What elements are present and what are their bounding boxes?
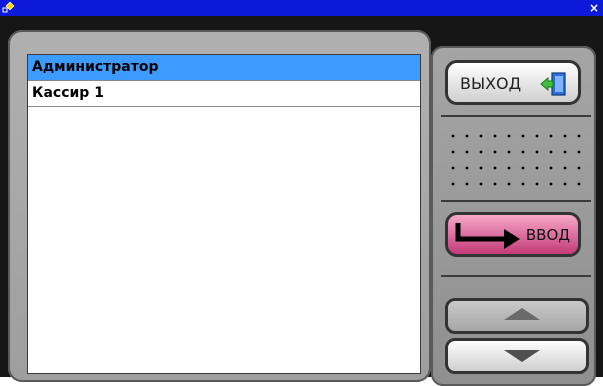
window-title	[0, 0, 603, 16]
list-item[interactable]: Кассир 1	[28, 81, 420, 107]
exit-button[interactable]: ВЫХОД	[445, 60, 581, 105]
enter-button[interactable]: ВВОД	[445, 212, 581, 257]
list-item[interactable]: Администратор	[28, 55, 420, 81]
exit-door-icon	[540, 72, 566, 96]
separator	[441, 200, 591, 202]
separator	[441, 275, 591, 277]
scroll-down-button[interactable]	[445, 338, 589, 374]
arrow-up-icon	[504, 308, 540, 320]
separator	[441, 115, 591, 117]
user-list[interactable]: Администратор Кассир 1	[27, 54, 421, 374]
scroll-up-button[interactable]	[445, 298, 589, 334]
arrow-down-icon	[504, 350, 540, 362]
exit-button-label: ВЫХОД	[460, 74, 522, 93]
main-frame: Администратор Кассир 1 ВЫХОД ВВОД	[0, 16, 603, 386]
control-panel: ВЫХОД ВВОД	[431, 46, 596, 386]
close-button[interactable]: ×	[588, 0, 600, 16]
title-bar: ×	[0, 0, 603, 16]
enter-button-label: ВВОД	[525, 226, 570, 244]
enter-arrow-icon	[455, 223, 520, 249]
speaker-grille	[451, 134, 581, 186]
